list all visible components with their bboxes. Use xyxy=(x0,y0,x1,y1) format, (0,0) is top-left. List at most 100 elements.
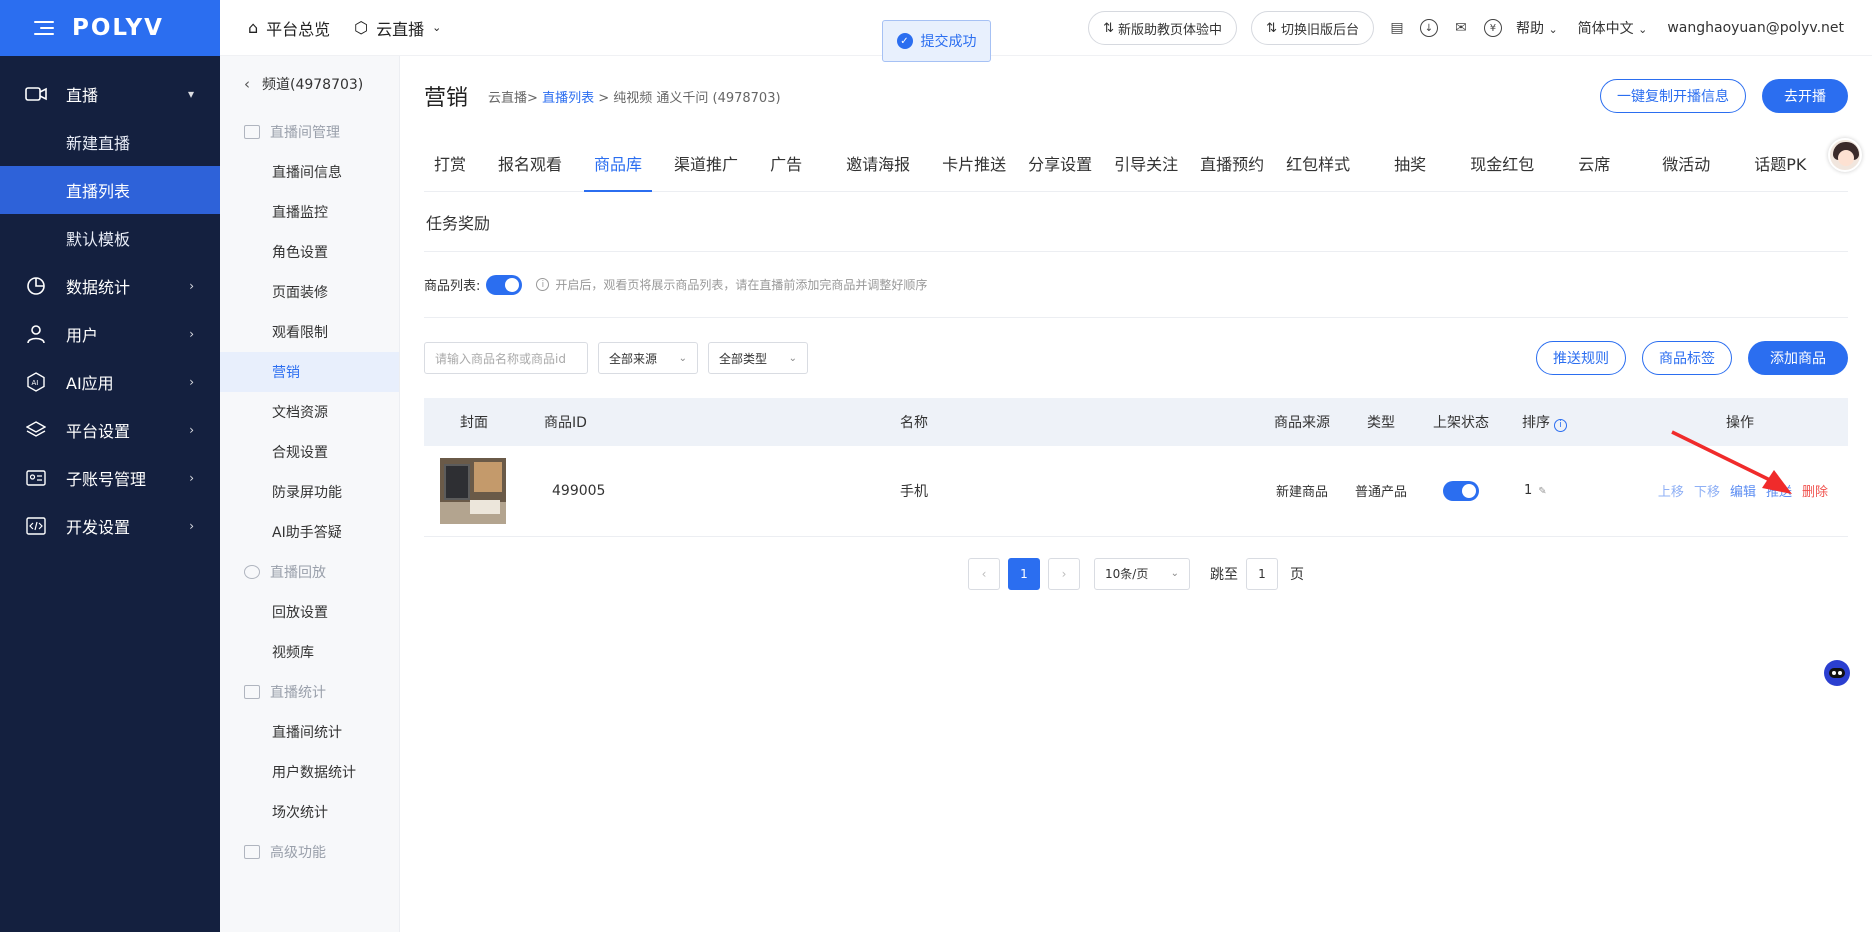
marketing-tabs: 打赏 报名观看 商品库 渠道推广 广告 邀请海报 卡片推送 分享设置 引导关注 … xyxy=(424,136,1848,192)
listing-status-switch[interactable] xyxy=(1443,480,1479,501)
user-account[interactable]: wanghaoyuan@polyv.net xyxy=(1667,20,1844,36)
edit-order-icon[interactable]: ✎ xyxy=(1538,486,1546,497)
switch-arrows-icon: ⇅ xyxy=(1266,20,1277,36)
hamburger-menu-icon[interactable] xyxy=(34,20,54,36)
info-icon[interactable]: i xyxy=(1554,418,1567,432)
copy-live-info-button[interactable]: 一键复制开播信息 xyxy=(1600,79,1746,113)
download-icon[interactable]: ↓ xyxy=(1419,19,1438,37)
language-dropdown[interactable]: 简体中文 ⌄ xyxy=(1578,18,1648,38)
sub-item-docs[interactable]: 文档资源 xyxy=(220,392,399,432)
page-header: 营销 云直播> 直播列表 > 纯视频 通义千问 (4978703) 一键复制开播… xyxy=(424,56,1848,136)
sub-item-playback-settings[interactable]: 回放设置 xyxy=(220,592,399,632)
nav-group-platform[interactable]: 平台设置 › xyxy=(0,406,220,454)
user-icon xyxy=(24,322,48,346)
chevron-down-icon: ⌄ xyxy=(788,352,797,364)
cloud-live-dropdown[interactable]: ⬡ 云直播 ⌄ xyxy=(354,16,441,40)
chevron-right-icon: › xyxy=(189,375,194,389)
tab-redpacket-style[interactable]: 红包样式 xyxy=(1276,135,1360,191)
product-tags-button[interactable]: 商品标签 xyxy=(1642,341,1732,375)
edit-button[interactable]: 编辑 xyxy=(1730,481,1756,500)
yen-icon[interactable]: ¥ xyxy=(1483,19,1502,37)
check-circle-icon: ✓ xyxy=(896,33,913,49)
product-type: 普通产品 xyxy=(1354,485,1407,501)
tab-invite-poster[interactable]: 邀请海报 xyxy=(836,135,920,191)
chevron-down-icon: ⌄ xyxy=(1548,23,1558,36)
help-dropdown[interactable]: 帮助 ⌄ xyxy=(1516,18,1558,38)
sub-item-compliance[interactable]: 合规设置 xyxy=(220,432,399,472)
nav-group-dev[interactable]: 开发设置 › xyxy=(0,502,220,550)
sub-item-roles[interactable]: 角色设置 xyxy=(220,232,399,272)
platform-overview-link[interactable]: ⌂ 平台总览 xyxy=(248,16,330,40)
code-icon xyxy=(24,514,48,538)
goto-page-input[interactable]: 1 xyxy=(1246,557,1278,590)
page-number-current[interactable]: 1 xyxy=(1008,557,1040,590)
sub-item-anti-record[interactable]: 防录屏功能 xyxy=(220,472,399,512)
product-list-hint: i 开启后，观看页将展示商品列表，请在直播前添加完商品并调整好顺序 xyxy=(536,276,927,293)
tab-cloud-seat[interactable]: 云席 xyxy=(1568,135,1620,191)
add-product-button[interactable]: 添加商品 xyxy=(1748,341,1848,375)
sub-item-user-stats[interactable]: 用户数据统计 xyxy=(220,752,399,792)
page-size-select[interactable]: 10条/页 ⌄ xyxy=(1094,557,1190,590)
tab-cash-redpacket[interactable]: 现金红包 xyxy=(1460,135,1544,191)
delete-button[interactable]: 删除 xyxy=(1802,481,1828,500)
sub-item-video-library[interactable]: 视频库 xyxy=(220,632,399,672)
tab-task-reward[interactable]: 任务奖励 xyxy=(424,192,490,252)
bar-chart-icon xyxy=(244,685,260,699)
sub-item-monitor[interactable]: 直播监控 xyxy=(220,192,399,232)
move-up-button[interactable]: 上移 xyxy=(1658,481,1684,500)
tab-reward[interactable]: 打赏 xyxy=(424,135,476,191)
section-stats: 直播统计 xyxy=(220,672,399,712)
tab-ads[interactable]: 广告 xyxy=(760,135,812,191)
prev-page-button[interactable]: ‹ xyxy=(968,557,1000,590)
tab-reservation[interactable]: 直播预约 xyxy=(1190,135,1274,191)
sub-item-session-stats[interactable]: 场次统计 xyxy=(220,792,399,832)
nav-group-stats[interactable]: 数据统计 › xyxy=(0,262,220,310)
nav-group-live[interactable]: 直播 ▾ xyxy=(0,70,220,118)
new-assistant-pill[interactable]: ⇅ 新版助教页体验中 xyxy=(1088,11,1238,45)
tab-signup[interactable]: 报名观看 xyxy=(488,135,572,191)
chevron-down-icon: ▾ xyxy=(187,87,194,101)
marketing-tabs-row2: 任务奖励 xyxy=(424,192,1848,252)
nav-group-user[interactable]: 用户 › xyxy=(0,310,220,358)
mail-icon[interactable]: ✉ xyxy=(1452,19,1470,37)
tab-product-library[interactable]: 商品库 xyxy=(584,135,653,192)
nav-group-ai[interactable]: AI AI应用 › xyxy=(0,358,220,406)
source-select[interactable]: 全部来源 ⌄ xyxy=(598,342,698,374)
tab-channel-promo[interactable]: 渠道推广 xyxy=(664,135,748,191)
tab-topic-pk[interactable]: 话题PK xyxy=(1744,135,1816,191)
layers-icon xyxy=(24,418,48,442)
chevron-down-icon: ⌄ xyxy=(1170,568,1179,579)
push-button[interactable]: 推送 xyxy=(1766,481,1792,500)
cube-icon: ⬡ xyxy=(354,18,369,37)
document-icon[interactable]: ▤ xyxy=(1388,19,1406,37)
product-list-toggle-row: 商品列表: i 开启后，观看页将展示商品列表，请在直播前添加完商品并调整好顺序 xyxy=(424,252,1848,318)
nav-group-subaccount[interactable]: 子账号管理 › xyxy=(0,454,220,502)
type-select[interactable]: 全部类型 ⌄ xyxy=(708,342,808,374)
assistant-avatar[interactable] xyxy=(1828,138,1862,172)
tab-lottery[interactable]: 抽奖 xyxy=(1384,135,1436,191)
tab-share-settings[interactable]: 分享设置 xyxy=(1018,135,1102,191)
tab-follow-guide[interactable]: 引导关注 xyxy=(1104,135,1188,191)
robot-assistant-icon[interactable] xyxy=(1824,660,1850,686)
switch-old-backend-pill[interactable]: ⇅ 切换旧版后台 xyxy=(1251,11,1374,45)
product-search-input[interactable]: 请输入商品名称或商品id xyxy=(424,342,588,374)
move-down-button[interactable]: 下移 xyxy=(1694,481,1720,500)
sub-item-room-stats[interactable]: 直播间统计 xyxy=(220,712,399,752)
brand-logo: POLYV xyxy=(72,15,164,41)
tab-micro-activity[interactable]: 微活动 xyxy=(1652,135,1720,191)
sub-item-decoration[interactable]: 页面装修 xyxy=(220,272,399,312)
tab-card-push[interactable]: 卡片推送 xyxy=(932,135,1016,191)
nav-item-default-template[interactable]: 默认模板 xyxy=(0,214,220,262)
nav-item-live-list[interactable]: 直播列表 xyxy=(0,166,220,214)
product-list-switch[interactable] xyxy=(486,274,523,295)
sub-item-marketing[interactable]: 营销 xyxy=(220,352,399,392)
sub-item-ai-assistant[interactable]: AI助手答疑 xyxy=(220,512,399,552)
sub-item-room-info[interactable]: 直播间信息 xyxy=(220,152,399,192)
start-live-button[interactable]: 去开播 xyxy=(1762,79,1848,113)
next-page-button[interactable]: › xyxy=(1048,557,1080,590)
chevron-right-icon: › xyxy=(189,519,194,533)
channel-back[interactable]: ‹ 频道(4978703) xyxy=(220,56,399,112)
sub-item-watch-limit[interactable]: 观看限制 xyxy=(220,312,399,352)
nav-item-new-live[interactable]: 新建直播 xyxy=(0,118,220,166)
push-rule-button[interactable]: 推送规则 xyxy=(1536,341,1626,375)
